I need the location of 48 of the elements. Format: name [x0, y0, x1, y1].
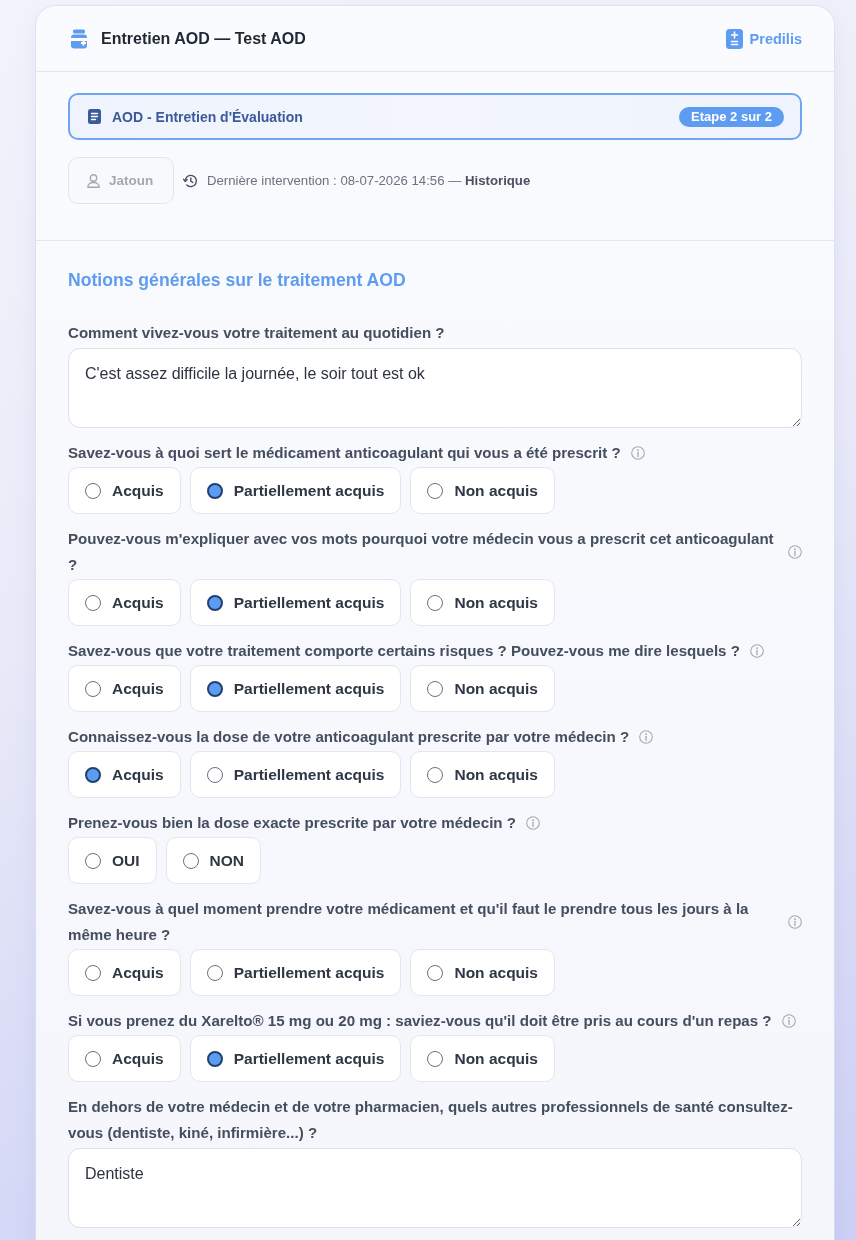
section-title: Notions générales sur le traitement AOD	[68, 269, 407, 291]
option-button[interactable]: Non acquis	[410, 1035, 555, 1082]
option-button[interactable]: Acquis	[68, 751, 181, 798]
question-label: Pouvez-vous m'expliquer avec vos mots pourquoi votre médecin vous a prescrit cet anticoagulant ?	[68, 529, 775, 575]
option-button[interactable]: Acquis	[68, 949, 181, 996]
plus-minus-icon	[725, 28, 743, 49]
question-label: Savez-vous à quoi sert le médicament anticoagulant qui vous a été prescrit ?	[68, 443, 621, 463]
option-button[interactable]: Acquis	[68, 467, 181, 514]
step-badge: Etape 2 sur 2	[679, 106, 784, 127]
info-icon[interactable]	[749, 644, 764, 658]
option-button[interactable]: Acquis	[68, 665, 181, 712]
question-label: Comment vivez-vous votre traitement au quotidien ?	[68, 323, 445, 343]
question-label: Prenez-vous bien la dose exacte prescrite par votre médecin ?	[68, 813, 516, 833]
option-button[interactable]: Partiellement acquis	[189, 665, 402, 712]
option-button[interactable]: OUI	[68, 837, 157, 884]
option-button[interactable]: Acquis	[68, 1035, 181, 1082]
option-button[interactable]: Non acquis	[410, 467, 555, 514]
answer-field[interactable]: Dentiste	[68, 1148, 802, 1228]
last-intervention-text: Dernière intervention : 08-07-2026 14:56 — Historique	[207, 173, 531, 188]
info-icon[interactable]	[781, 1014, 796, 1028]
option-button[interactable]: Acquis	[68, 579, 181, 626]
option-button[interactable]: Partiellement acquis	[189, 467, 402, 514]
option-button[interactable]: Partiellement acquis	[189, 1035, 402, 1082]
option-button[interactable]: Non acquis	[410, 665, 555, 712]
option-button[interactable]: Partiellement acquis	[189, 751, 402, 798]
question-label: Si vous prenez du Xarelto® 15 mg ou 20 mg : saviez-vous qu'il doit être pris au cours d'un repas ?	[68, 1011, 772, 1031]
info-icon[interactable]	[788, 545, 802, 559]
pill-bottle-icon	[70, 28, 88, 49]
option-button[interactable]: Non acquis	[410, 751, 555, 798]
option-button[interactable]: Partiellement acquis	[189, 949, 402, 996]
info-icon[interactable]	[639, 730, 654, 744]
question-label: Savez-vous à quel moment prendre votre médicament et qu'il faut le prendre tous les jours à la même heure ?	[68, 899, 750, 945]
info-icon[interactable]	[525, 816, 540, 830]
option-button[interactable]: Partiellement acquis	[189, 579, 402, 626]
history-icon	[183, 173, 198, 188]
option-button[interactable]: Non acquis	[410, 949, 555, 996]
question-label: En dehors de votre médecin et de votre pharmacien, quels autres professionnels de santé consultez-vous (dentiste, kiné, infirmière...) ?	[68, 1097, 794, 1143]
page-title: Entretien AOD — Test AOD	[101, 29, 306, 48]
option-button[interactable]: Non acquis	[410, 579, 555, 626]
option-button[interactable]: NON	[165, 837, 261, 884]
answer-field[interactable]: C'est assez difficile la journée, le soir tout est ok	[68, 348, 802, 428]
question-label: Savez-vous que votre traitement comporte certains risques ? Pouvez-vous me dire lesquels ?	[68, 641, 740, 661]
question-label: Connaissez-vous la dose de votre anticoagulant prescrite par votre médecin ?	[68, 727, 630, 747]
user-icon	[87, 173, 100, 188]
info-icon[interactable]	[788, 915, 802, 929]
info-icon[interactable]	[630, 446, 645, 460]
document-icon	[88, 109, 101, 124]
step-title: AOD - Entretien d'Évaluation	[112, 108, 304, 125]
